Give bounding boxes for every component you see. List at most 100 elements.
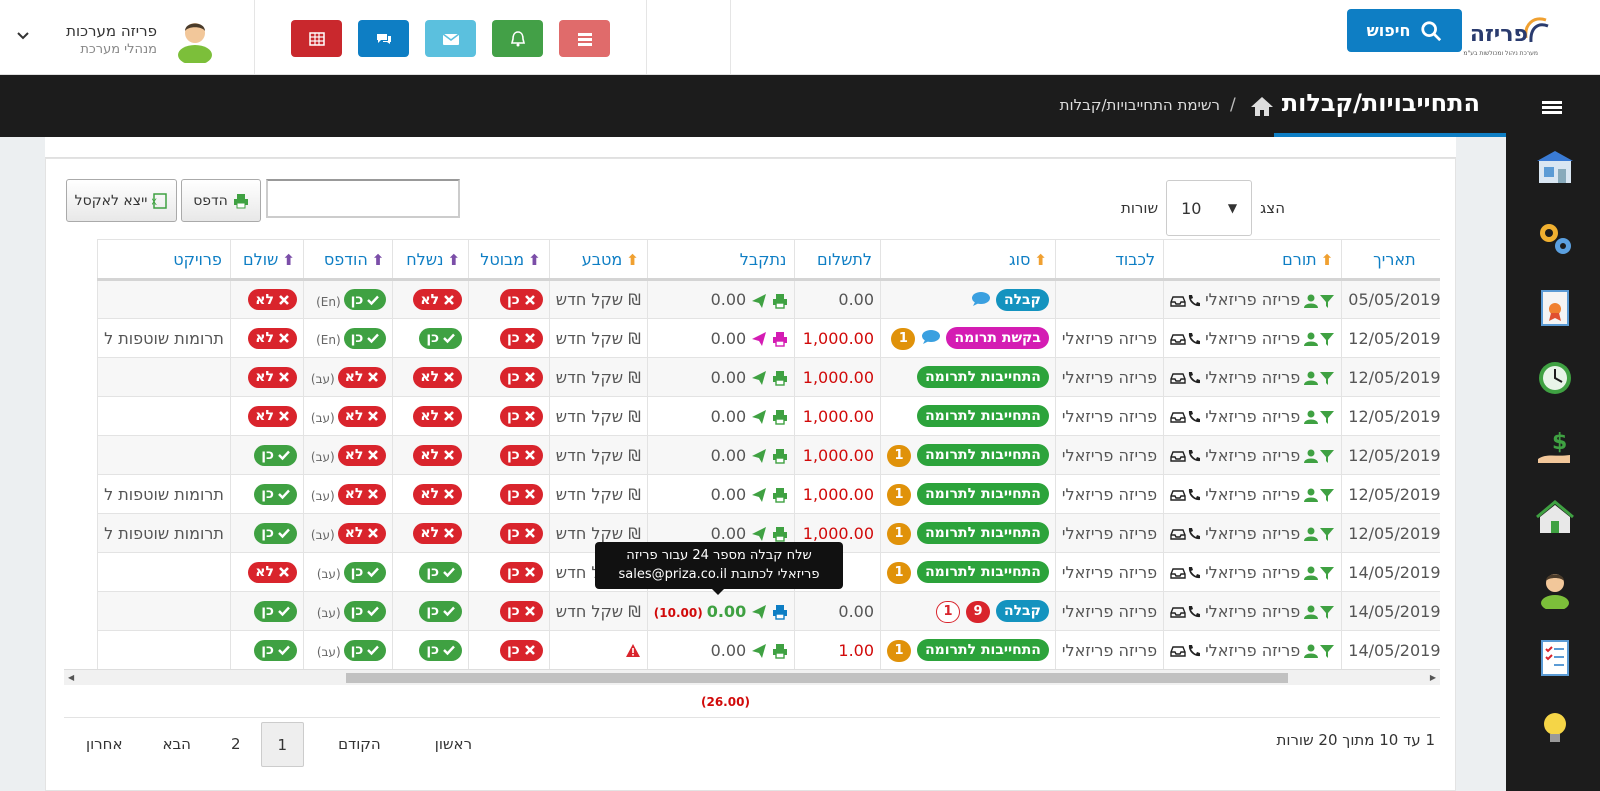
- column-header-project[interactable]: פרויקט: [97, 239, 231, 281]
- printed-status-badge[interactable]: לא: [337, 522, 387, 544]
- sent-status-badge[interactable]: לא: [413, 366, 463, 388]
- paid-status-badge[interactable]: כן: [254, 639, 297, 661]
- send-icon[interactable]: [751, 487, 767, 503]
- filter-icon[interactable]: [1319, 331, 1335, 347]
- count-badge[interactable]: 1: [891, 327, 916, 350]
- type-cell[interactable]: התחייבות לתרומה1: [880, 552, 1056, 592]
- phone-icon[interactable]: [1186, 293, 1202, 309]
- user-icon[interactable]: [1303, 409, 1319, 425]
- count-badge[interactable]: 1: [887, 444, 912, 467]
- phone-icon[interactable]: [1186, 604, 1202, 620]
- filter-icon[interactable]: [1319, 370, 1335, 386]
- sidebar-item-storefront[interactable]: [1534, 147, 1576, 189]
- phone-icon[interactable]: [1186, 331, 1202, 347]
- home-icon[interactable]: [1250, 95, 1274, 117]
- paid-status-badge[interactable]: כן: [254, 483, 297, 505]
- user-icon[interactable]: [1303, 604, 1319, 620]
- user-icon[interactable]: [1303, 448, 1319, 464]
- phone-icon[interactable]: [1186, 370, 1202, 386]
- pager-prev[interactable]: הקודם: [304, 722, 415, 767]
- printer-icon[interactable]: [772, 604, 788, 620]
- type-cell[interactable]: קבלה91: [880, 591, 1056, 631]
- inbox-icon[interactable]: [1170, 448, 1186, 464]
- printer-icon[interactable]: [772, 370, 788, 386]
- pager-next[interactable]: הבא: [142, 722, 211, 767]
- list-button[interactable]: [559, 20, 610, 57]
- column-header-type[interactable]: ⬆סוג: [880, 239, 1056, 281]
- canceled-status-badge[interactable]: כן: [500, 522, 543, 544]
- chat-button[interactable]: [358, 20, 409, 57]
- filter-icon[interactable]: [1319, 293, 1335, 309]
- breadcrumb[interactable]: רשימת התחייבויות/קבלות: [1060, 96, 1220, 114]
- table-filter-input[interactable]: [266, 179, 460, 218]
- printed-status-badge[interactable]: כן: [343, 639, 387, 661]
- count-badge[interactable]: 1: [887, 522, 912, 545]
- mail-button[interactable]: [425, 20, 476, 57]
- filter-icon[interactable]: [1319, 448, 1335, 464]
- sidebar-item-house[interactable]: [1534, 497, 1576, 539]
- table-row[interactable]: 14/05/2019 פריזה פריזאלי פריזה פריזאלי התחי…: [97, 630, 1440, 670]
- printed-status-badge[interactable]: כן: [343, 327, 387, 349]
- donor-cell[interactable]: פריזה פריזאלי: [1163, 396, 1343, 436]
- user-icon[interactable]: [1303, 565, 1319, 581]
- type-cell[interactable]: התחייבות לתרומה1: [880, 513, 1056, 553]
- filter-icon[interactable]: [1319, 487, 1335, 503]
- phone-icon[interactable]: [1186, 643, 1202, 659]
- pager-page-2[interactable]: 2: [211, 722, 261, 767]
- phone-icon[interactable]: [1186, 565, 1202, 581]
- table-row[interactable]: 12/05/2019 פריזה פריזאלי פריזה פריזאלי התחי…: [97, 435, 1440, 475]
- donor-cell[interactable]: פריזה פריזאלי: [1163, 474, 1343, 514]
- inbox-icon[interactable]: [1170, 331, 1186, 347]
- paid-status-badge[interactable]: לא: [248, 405, 297, 427]
- count-badge[interactable]: 9: [965, 600, 990, 623]
- scroll-right-icon[interactable]: ▶: [1430, 673, 1436, 682]
- column-header-date[interactable]: תאריך: [1341, 239, 1440, 281]
- column-header-canceled[interactable]: ⬆מבוטל: [468, 239, 550, 281]
- paid-status-badge[interactable]: כן: [254, 600, 297, 622]
- inbox-icon[interactable]: [1170, 370, 1186, 386]
- hamburger-menu-button[interactable]: [1518, 92, 1586, 122]
- printer-icon[interactable]: [772, 487, 788, 503]
- canceled-status-badge[interactable]: כן: [500, 405, 543, 427]
- table-row[interactable]: 12/05/2019 פריזה פריזאלי פריזה פריזאלי התחי…: [97, 474, 1440, 514]
- column-header-received[interactable]: נתקבל: [646, 239, 796, 281]
- donor-cell[interactable]: פריזה פריזאלי: [1163, 357, 1343, 397]
- printed-status-badge[interactable]: לא: [337, 444, 387, 466]
- column-header-printed[interactable]: ⬆הודפס: [302, 239, 394, 281]
- sent-status-badge[interactable]: כן: [419, 639, 463, 661]
- column-header-to-pay[interactable]: לתשלום: [794, 239, 882, 281]
- canceled-status-badge[interactable]: כן: [500, 600, 543, 622]
- phone-icon[interactable]: [1186, 409, 1202, 425]
- sent-status-badge[interactable]: לא: [413, 289, 463, 310]
- type-cell[interactable]: התחייבות לתרומה1: [880, 630, 1056, 670]
- column-header-paid[interactable]: ⬆שולם: [229, 239, 304, 281]
- printed-status-badge[interactable]: לא: [337, 483, 387, 505]
- printer-icon[interactable]: [772, 526, 788, 542]
- printed-status-badge[interactable]: לא: [337, 366, 387, 388]
- sidebar-item-clock[interactable]: [1534, 357, 1576, 399]
- inbox-icon[interactable]: [1170, 604, 1186, 620]
- user-icon[interactable]: [1303, 487, 1319, 503]
- canceled-status-badge[interactable]: כן: [500, 289, 543, 310]
- user-icon[interactable]: [1303, 643, 1319, 659]
- send-icon[interactable]: [751, 643, 767, 659]
- rows-per-page-select[interactable]: 10 ▼: [1166, 180, 1253, 236]
- table-button[interactable]: [291, 20, 342, 57]
- sent-status-badge[interactable]: כן: [419, 600, 463, 622]
- inbox-icon[interactable]: [1170, 565, 1186, 581]
- printer-icon[interactable]: [772, 448, 788, 464]
- count-badge[interactable]: 1: [887, 483, 912, 506]
- canceled-status-badge[interactable]: כן: [500, 327, 543, 349]
- column-header-donor[interactable]: ⬆תורם: [1163, 239, 1343, 281]
- count-badge[interactable]: 1: [935, 600, 960, 623]
- canceled-status-badge[interactable]: כן: [500, 561, 543, 583]
- scrollbar-thumb[interactable]: [346, 673, 1288, 683]
- paid-status-badge[interactable]: לא: [248, 289, 297, 310]
- send-icon[interactable]: [751, 409, 767, 425]
- sidebar-item-donation[interactable]: $: [1534, 427, 1576, 469]
- send-icon[interactable]: [751, 526, 767, 542]
- filter-icon[interactable]: [1319, 526, 1335, 542]
- column-header-sent[interactable]: ⬆נשלח: [392, 239, 470, 281]
- send-icon[interactable]: [751, 331, 767, 347]
- type-cell[interactable]: התחייבות לתרומה1: [880, 474, 1056, 514]
